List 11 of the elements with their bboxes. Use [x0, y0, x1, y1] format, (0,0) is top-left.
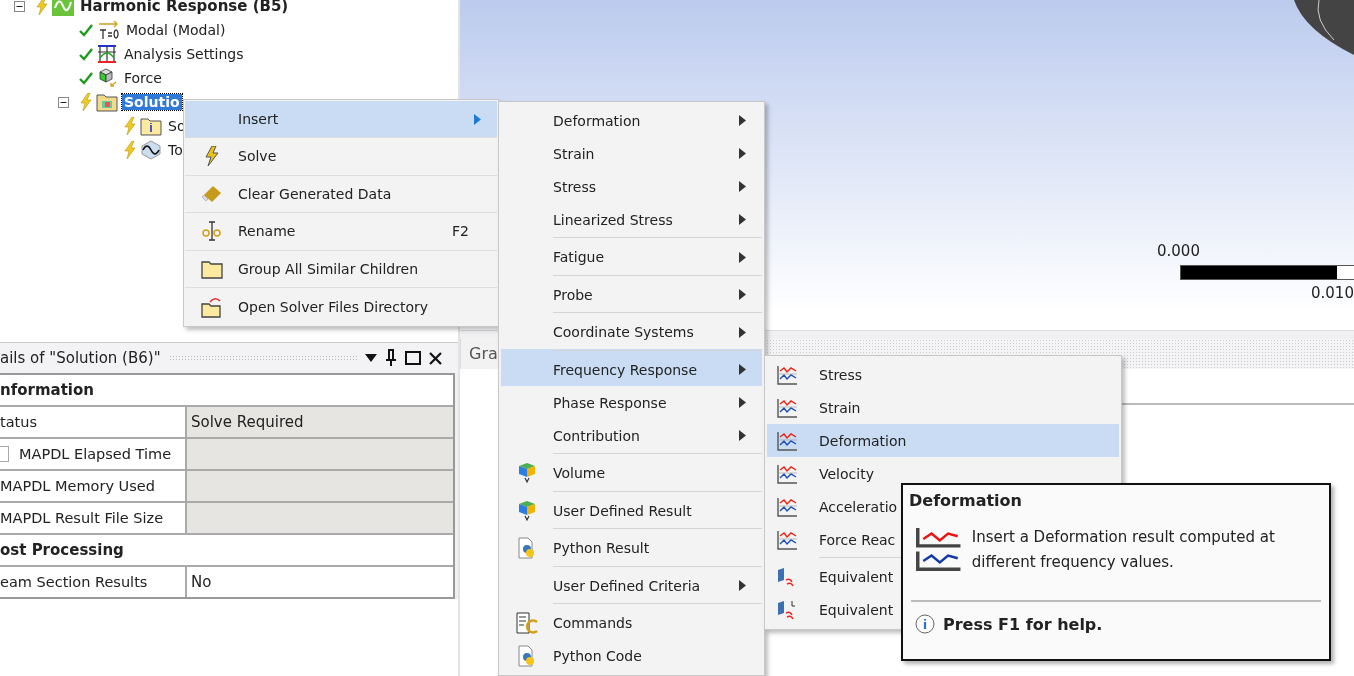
property-name: MAPDL Elapsed Time [19, 445, 172, 464]
property-value: Solve Required [187, 407, 453, 437]
scale-label: 0.000 [1157, 242, 1200, 260]
panel-title: ails of "Solution (B6)" [0, 349, 161, 367]
property-value: No [190, 572, 213, 593]
tooltip-title: Deformation [909, 491, 1023, 510]
tooltip-text: Insert a Deformation result computed at different frequency values. [971, 527, 1276, 573]
section-header: ost Processing [0, 535, 453, 567]
help-hint: Press F1 for help. [943, 614, 1103, 634]
property-label: eam Section Results [0, 567, 187, 597]
scale-label: 0.010 [1311, 284, 1354, 302]
